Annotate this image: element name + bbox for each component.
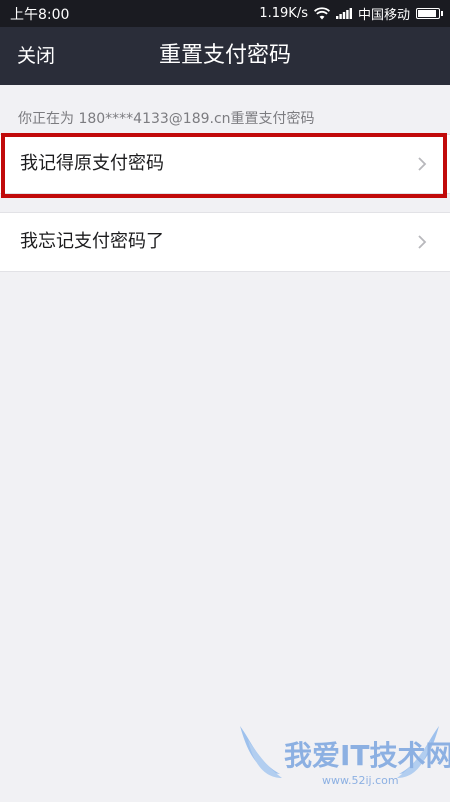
watermark-url: www.52ij.com xyxy=(322,774,399,787)
watermark: 我爱IT技术网 www.52ij.com xyxy=(232,722,450,798)
watermark-text: 我爱IT技术网 xyxy=(284,739,450,772)
option-label: 我忘记支付密码了 xyxy=(20,231,164,252)
status-time: 上午8:00 xyxy=(10,6,70,23)
carrier-name: 中国移动 xyxy=(357,8,410,23)
status-right-group: 1.19K/s 中国移动 xyxy=(259,4,443,23)
status-bar: 上午8:00 1.19K/s 中国移动 xyxy=(0,0,450,27)
network-speed: 1.19K/s xyxy=(259,6,308,21)
option-remember-password[interactable]: 我记得原支付密码 xyxy=(0,134,450,194)
battery-icon xyxy=(416,8,443,19)
battery-fill xyxy=(418,10,436,17)
option-forgot-password[interactable]: 我忘记支付密码了 xyxy=(0,212,450,272)
signal-icon xyxy=(335,8,352,19)
nav-bar: 关闭 重置支付密码 xyxy=(0,27,450,85)
wifi-icon xyxy=(313,7,330,20)
option-label: 我记得原支付密码 xyxy=(20,153,164,174)
account-info-text: 你正在为 180****4133@189.cn重置支付密码 xyxy=(18,111,315,127)
chevron-right-icon xyxy=(418,157,427,171)
page-title: 重置支付密码 xyxy=(158,43,291,68)
chevron-right-icon xyxy=(418,235,427,249)
